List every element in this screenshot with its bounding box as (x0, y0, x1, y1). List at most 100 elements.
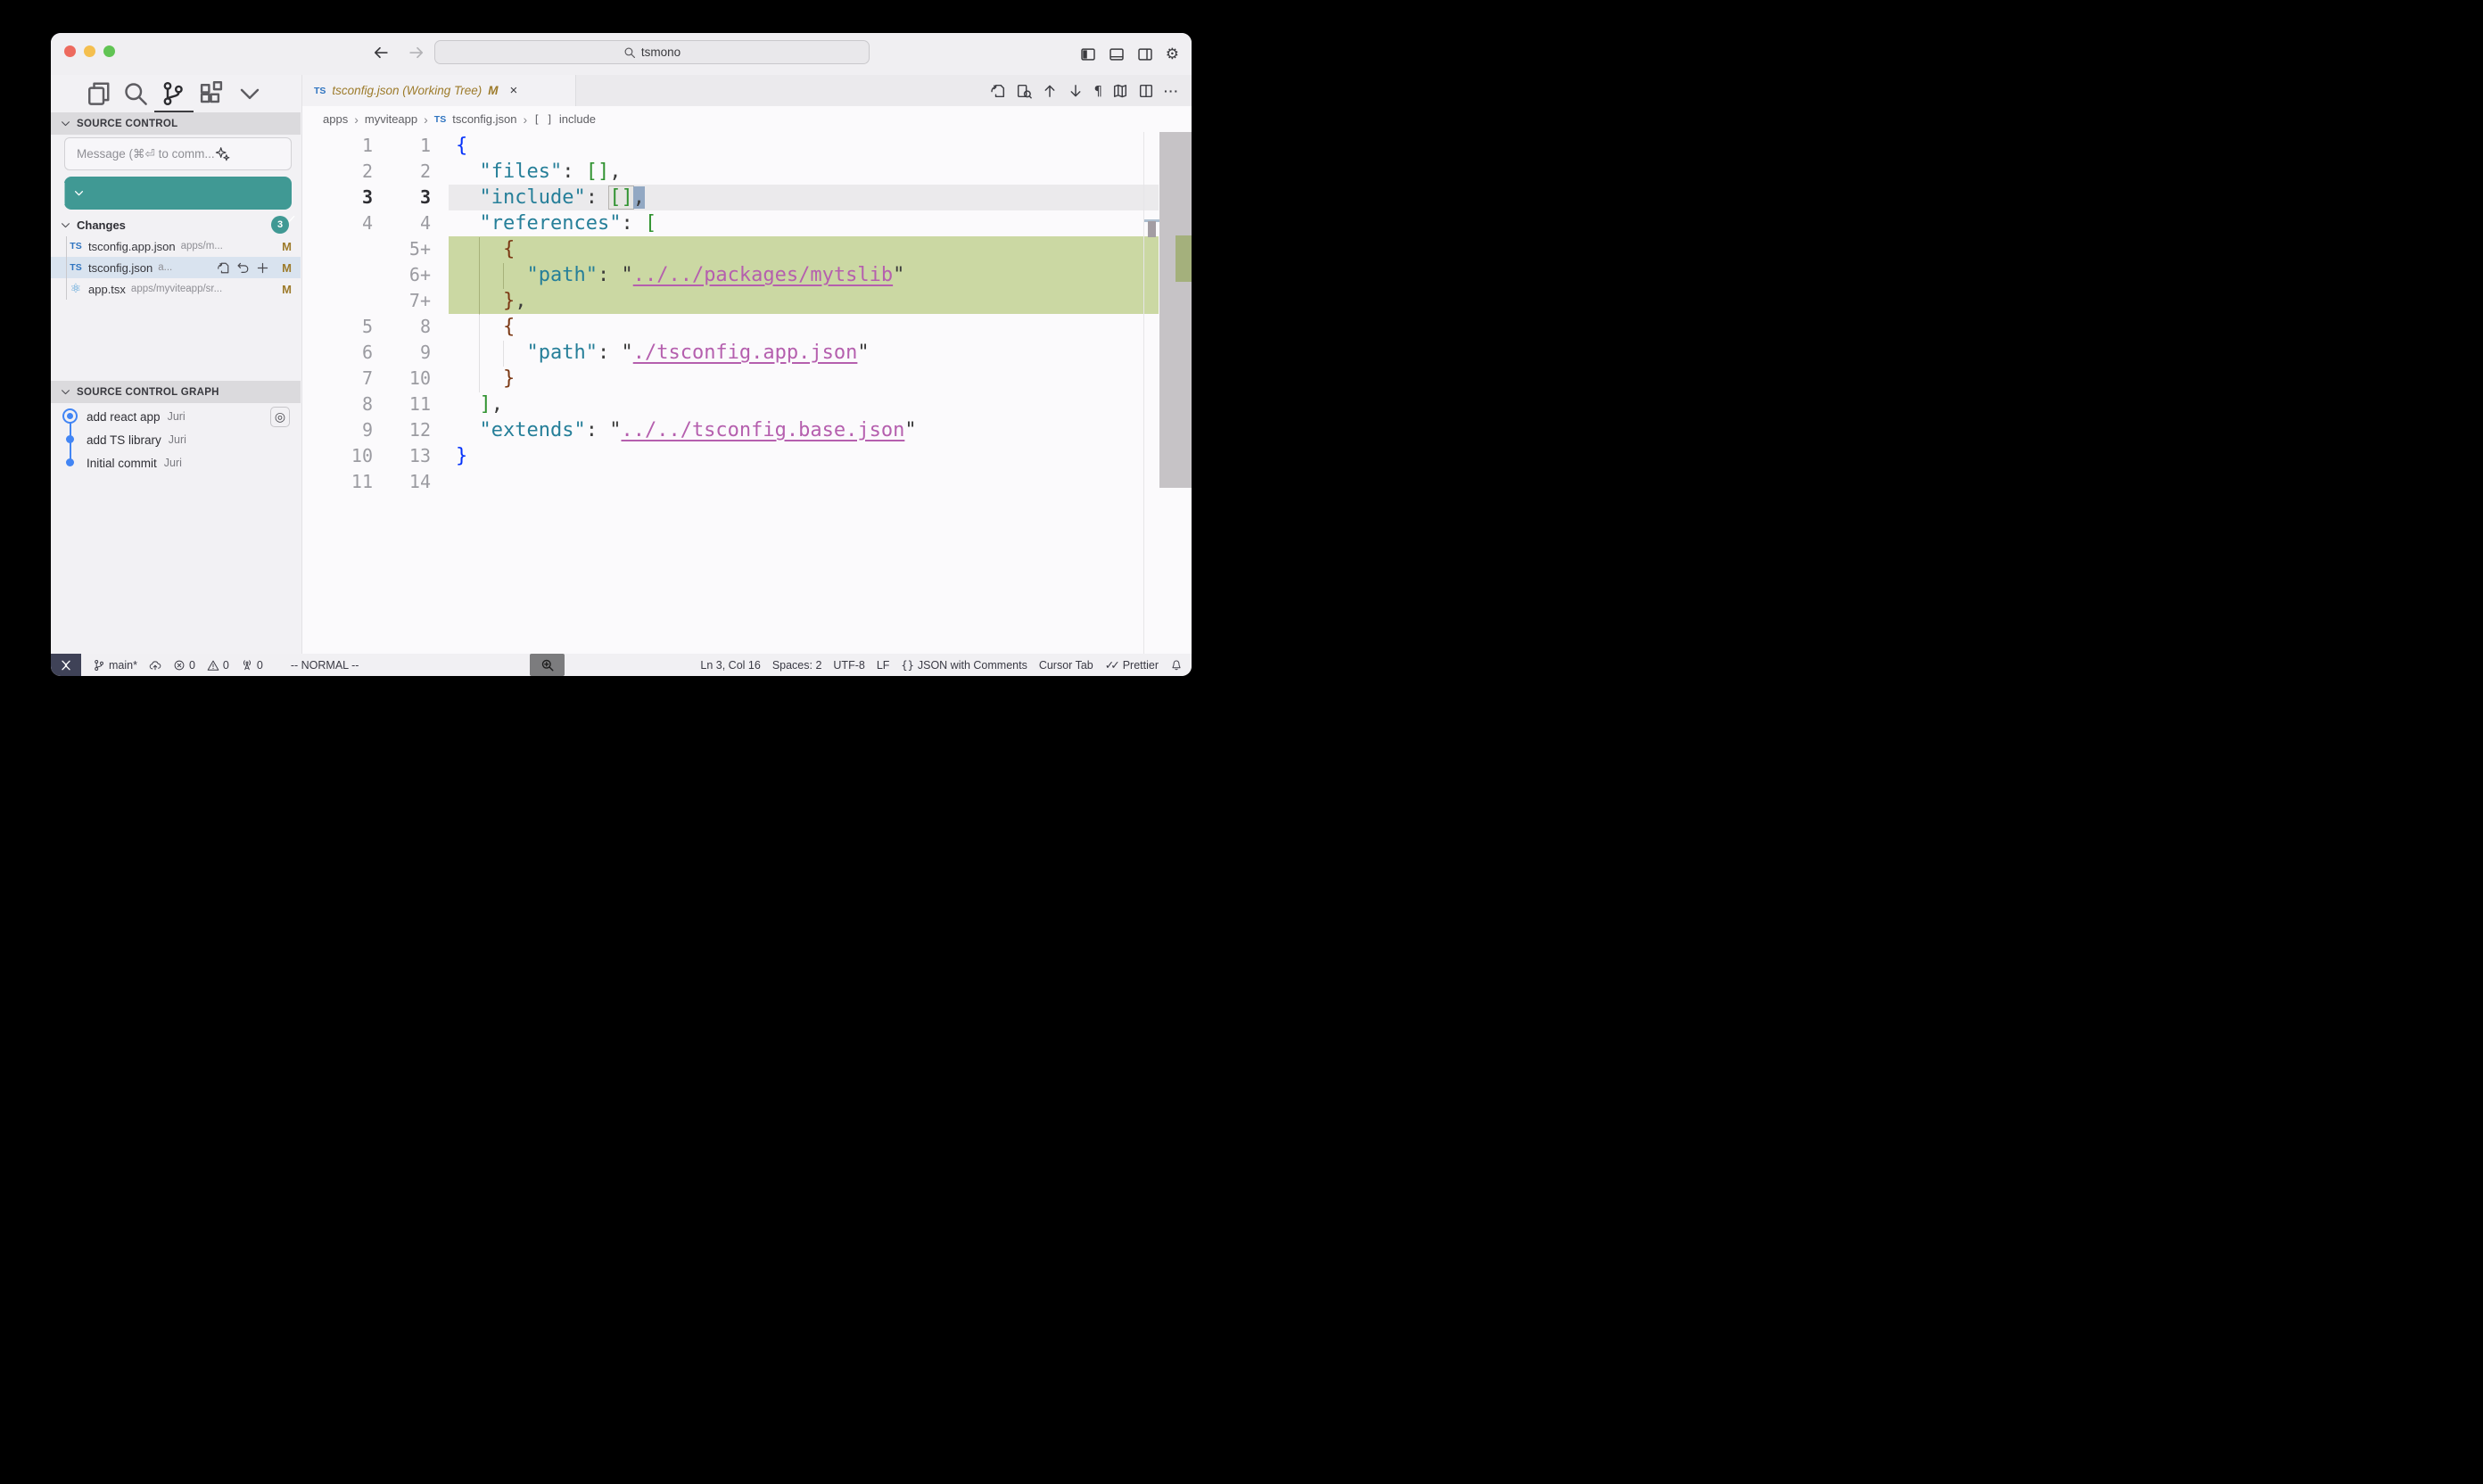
code-line[interactable]: 710 } (302, 366, 1192, 392)
discard-icon (236, 261, 250, 275)
new-line-number: 5+ (373, 236, 431, 262)
old-line-number: 1 (302, 133, 373, 159)
minimize-window-button[interactable] (84, 45, 95, 57)
next-change-icon[interactable] (1068, 83, 1084, 99)
pilcrow-icon[interactable]: ¶ (1093, 83, 1102, 99)
ts-file-icon: TS (69, 262, 83, 273)
chevron-down-icon (60, 118, 71, 129)
code-line[interactable]: 22 "files": [], (302, 159, 1192, 185)
commit-author: Juri (169, 433, 186, 446)
code-line[interactable]: 1013} (302, 443, 1192, 469)
breadcrumb-item[interactable]: tsconfig.json (452, 112, 516, 126)
status-item[interactable]: main* (93, 659, 137, 672)
navigate-forward-icon[interactable] (408, 44, 425, 62)
commit-dropdown-button[interactable] (65, 187, 92, 199)
status-item[interactable]: LF (877, 659, 890, 672)
commit-row[interactable]: add TS libraryJuri (51, 428, 301, 451)
changes-header[interactable]: Changes 3 (51, 214, 301, 235)
code-line[interactable]: 912 "extends": "../../tsconfig.base.json… (302, 417, 1192, 443)
code-editor[interactable]: 11{22 "files": [],33 "include": [],44 "r… (302, 132, 1192, 654)
goto-head-button[interactable]: ◎ (270, 407, 290, 427)
editor-toolbar: ¶ ··· (990, 75, 1192, 106)
old-line-number: 2 (302, 159, 373, 185)
breadcrumb-item[interactable]: apps (323, 112, 348, 126)
toggle-secondary-sidebar-icon[interactable] (1137, 46, 1153, 62)
split-editor-icon[interactable] (1138, 83, 1154, 99)
status-item[interactable]: UTF-8 (833, 659, 864, 672)
command-center-search[interactable]: tsmono (434, 40, 870, 64)
activity-search-icon[interactable] (122, 80, 149, 107)
commit-row[interactable]: Initial commitJuri (51, 451, 301, 474)
toggle-panel-icon[interactable] (1109, 46, 1125, 62)
close-tab-icon[interactable]: × (509, 83, 517, 98)
code-line[interactable]: 69 "path": "./tsconfig.app.json" (302, 340, 1192, 366)
status-bar-right: Ln 3, Col 16 Spaces: 2 UTF-8 LF {}JSON with … (700, 654, 1183, 676)
zoom-window-button[interactable] (103, 45, 115, 57)
settings-gear-icon[interactable]: ⚙ (1166, 45, 1179, 63)
commit-message-input[interactable]: Message (⌘⏎ to comm... (64, 137, 292, 170)
errorc-icon (173, 659, 186, 672)
change-row-tsconfig.json[interactable]: TStsconfig.jsona...M (51, 257, 301, 278)
status-item[interactable]: Spaces: 2 (772, 659, 822, 672)
arrup-icon (1042, 83, 1058, 99)
code-line[interactable]: 44 "references": [ (302, 210, 1192, 236)
commit-button[interactable]: Commit (64, 177, 292, 210)
layoutB-icon (1109, 46, 1125, 62)
code-line[interactable]: 5+ { (302, 236, 1192, 262)
commit-row[interactable]: add react appJuri (51, 405, 301, 428)
status-item[interactable]: Cursor Tab (1039, 659, 1093, 672)
change-row-app.tsx[interactable]: ⚛app.tsxapps/myviteapp/sr...M (51, 278, 301, 300)
previous-change-icon[interactable] (1042, 83, 1058, 99)
source-control-graph-header[interactable]: SOURCE CONTROL GRAPH (51, 381, 301, 403)
navigate-back-icon[interactable] (372, 44, 390, 62)
search-icon (122, 80, 149, 107)
source-control-header[interactable]: SOURCE CONTROL (51, 112, 301, 135)
status-item[interactable]: -- NORMAL -- (291, 659, 359, 672)
breadcrumb-item[interactable]: myviteapp (365, 112, 417, 126)
status-item[interactable]: 0 (241, 659, 263, 672)
code-line[interactable]: 6+ "path": "../../packages/mytslib" (302, 262, 1192, 288)
toggle-primary-sidebar-icon[interactable] (1080, 46, 1096, 62)
chevdown-icon (60, 118, 71, 129)
activity-explorer-icon[interactable] (85, 80, 111, 107)
remote-indicator[interactable] (51, 654, 81, 676)
open-changes-icon[interactable] (990, 83, 1006, 99)
old-line-number: 10 (302, 443, 373, 469)
code-line[interactable]: 33 "include": [], (302, 185, 1192, 210)
code-line[interactable]: 11{ (302, 133, 1192, 159)
warn-icon (207, 659, 219, 672)
toggle-map-icon[interactable] (1112, 83, 1128, 99)
close-window-button[interactable] (64, 45, 76, 57)
layoutL-icon (1080, 46, 1096, 62)
status-item[interactable]: 0 (173, 659, 195, 672)
code-line[interactable]: 811 ], (302, 392, 1192, 417)
search-icon (623, 46, 636, 59)
sparkle-icon (215, 146, 230, 161)
ellipsis-icon[interactable]: ··· (1164, 84, 1179, 98)
sparkle-icon[interactable] (215, 146, 230, 161)
code-line[interactable]: 58 { (302, 314, 1192, 340)
status-item[interactable]: Ln 3, Col 16 (700, 659, 760, 672)
breadcrumb-item[interactable]: include (559, 112, 596, 126)
code-line[interactable]: 1114 (302, 469, 1192, 495)
old-line-number: 3 (302, 185, 373, 210)
change-row-tsconfig.app.json[interactable]: TStsconfig.app.jsonapps/m...M (51, 235, 301, 257)
status-item[interactable]: 0 (207, 659, 229, 672)
code-line[interactable]: 7+ }, (302, 288, 1192, 314)
status-item[interactable] (149, 659, 161, 672)
status-item[interactable]: {}JSON with Comments (901, 659, 1027, 672)
status-item[interactable] (1170, 659, 1183, 672)
arrright-icon (408, 44, 425, 62)
activity-more-views-icon[interactable] (236, 80, 263, 107)
scrollbar[interactable] (1159, 132, 1192, 488)
chevron-down-icon (60, 386, 71, 398)
inline-view-icon[interactable] (1016, 83, 1032, 99)
tab-tsconfig-json[interactable]: TS tsconfig.json (Working Tree) M × (302, 75, 576, 106)
title-bar: tsmono ⚙ (51, 33, 1192, 75)
activity-extensions-icon[interactable] (198, 80, 225, 107)
status-item[interactable]: ✓✓Prettier (1105, 658, 1159, 672)
branch-icon (93, 659, 105, 672)
ts-file-icon: TS (434, 114, 446, 125)
activity-source-control-icon[interactable] (160, 80, 186, 107)
new-line-number: 3 (373, 185, 431, 210)
